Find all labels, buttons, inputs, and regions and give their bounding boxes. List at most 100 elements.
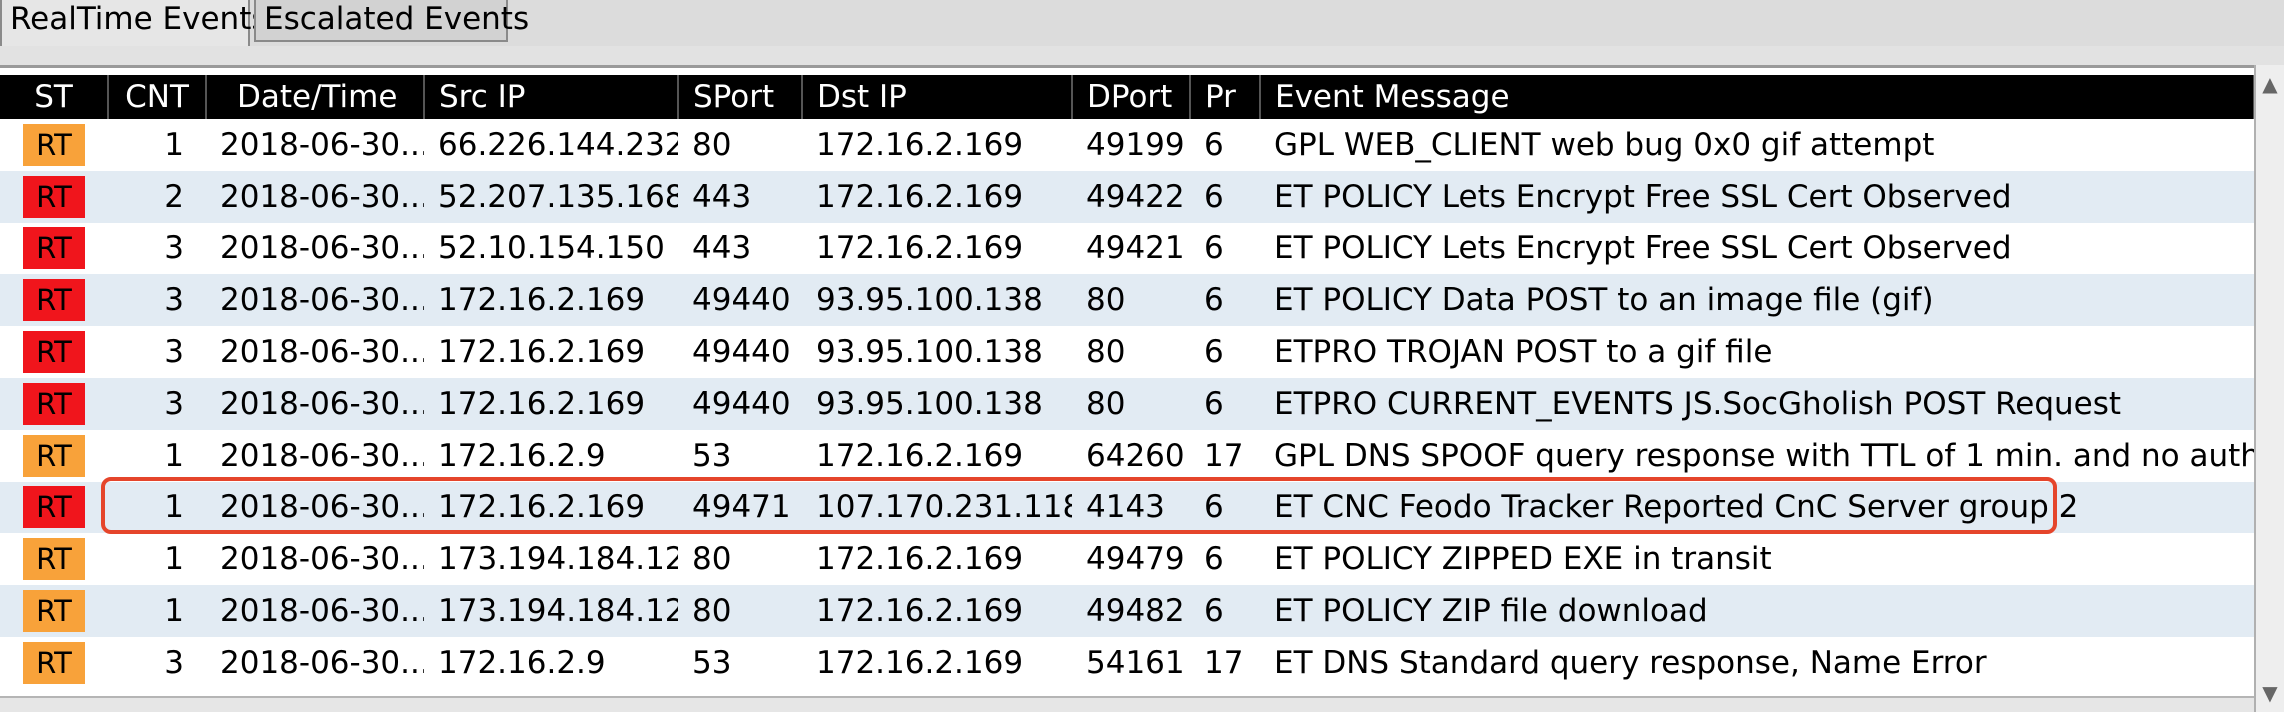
src-ip-cell: 172.16.2.169 bbox=[424, 326, 678, 378]
sport-cell: 443 bbox=[678, 170, 802, 223]
dport-cell: 49422 bbox=[1072, 170, 1190, 223]
sport-cell: 53 bbox=[678, 636, 802, 689]
dst-ip-cell: 172.16.2.169 bbox=[802, 636, 1072, 689]
st-cell: RT bbox=[0, 585, 108, 637]
event-message-cell: GPL WEB_CLIENT web bug 0x0 gif attempt bbox=[1260, 119, 2254, 171]
toolbar-spacer bbox=[0, 46, 2284, 65]
datetime-cell: 2018-06-30... bbox=[206, 377, 424, 430]
src-ip-cell: 52.10.154.150 bbox=[424, 222, 678, 275]
datetime-cell: 2018-06-30... bbox=[206, 533, 424, 586]
cnt-cell: 3 bbox=[108, 326, 206, 378]
tab-realtime-events[interactable]: RealTime Events bbox=[0, 0, 268, 46]
events-table: ST CNT Date/Time Src IP SPort Dst IP DPo… bbox=[0, 75, 2255, 689]
event-message-cell: ET POLICY Lets Encrypt Free SSL Cert Obs… bbox=[1260, 222, 2254, 275]
st-cell: RT bbox=[0, 533, 108, 586]
table-row[interactable]: RT 1 2018-06-30... 173.194.184.12 80 172.16.2… bbox=[0, 533, 2254, 586]
dport-cell: 54161 bbox=[1072, 636, 1190, 689]
dst-ip-cell: 172.16.2.169 bbox=[802, 585, 1072, 637]
event-message-cell: ET POLICY Data POST to an image file (gi… bbox=[1260, 274, 2254, 327]
cnt-cell: 3 bbox=[108, 222, 206, 275]
datetime-cell: 2018-06-30... bbox=[206, 274, 424, 327]
col-header-st[interactable]: ST bbox=[0, 75, 109, 119]
scroll-up-arrow-icon[interactable]: ▲ bbox=[2256, 71, 2284, 97]
event-message-cell: ET CNC Feodo Tracker Reported CnC Server… bbox=[1260, 481, 2254, 534]
horizontal-scrollbar[interactable] bbox=[0, 696, 2254, 712]
sport-cell: 49440 bbox=[678, 274, 802, 327]
st-cell: RT bbox=[0, 636, 108, 689]
sport-cell: 80 bbox=[678, 119, 802, 171]
sport-cell: 53 bbox=[678, 429, 802, 482]
col-header-dport[interactable]: DPort bbox=[1072, 75, 1191, 119]
col-header-pr[interactable]: Pr bbox=[1190, 75, 1261, 119]
status-badge: RT bbox=[23, 279, 85, 322]
dport-cell: 49199 bbox=[1072, 119, 1190, 171]
dst-ip-cell: 93.95.100.138 bbox=[802, 377, 1072, 430]
table-row[interactable]: RT 3 2018-06-30... 172.16.2.9 53 172.16.2.169… bbox=[0, 636, 2254, 689]
table-row[interactable]: RT 1 2018-06-30... 172.16.2.9 53 172.16.2.169… bbox=[0, 429, 2254, 482]
pr-cell: 6 bbox=[1190, 119, 1260, 171]
dst-ip-cell: 107.170.231.118 bbox=[802, 481, 1072, 534]
table-row[interactable]: RT 1 2018-06-30... 172.16.2.169 49471 107.170… bbox=[0, 481, 2254, 534]
cnt-cell: 1 bbox=[108, 119, 206, 171]
datetime-cell: 2018-06-30... bbox=[206, 222, 424, 275]
src-ip-cell: 172.16.2.169 bbox=[424, 377, 678, 430]
table-row[interactable]: RT 3 2018-06-30... 172.16.2.169 49440 93.95.1… bbox=[0, 274, 2254, 327]
event-message-cell: ET POLICY ZIPPED EXE in transit bbox=[1260, 533, 2254, 586]
cnt-cell: 1 bbox=[108, 481, 206, 534]
scroll-down-arrow-icon[interactable]: ▼ bbox=[2256, 680, 2284, 706]
dst-ip-cell: 172.16.2.169 bbox=[802, 170, 1072, 223]
pr-cell: 6 bbox=[1190, 377, 1260, 430]
status-badge: RT bbox=[23, 175, 85, 218]
datetime-cell: 2018-06-30... bbox=[206, 429, 424, 482]
dst-ip-cell: 172.16.2.169 bbox=[802, 533, 1072, 586]
st-cell: RT bbox=[0, 222, 108, 275]
table-row[interactable]: RT 3 2018-06-30... 52.10.154.150 443 172.16.2… bbox=[0, 222, 2254, 275]
event-message-cell: ET POLICY ZIP file download bbox=[1260, 585, 2254, 637]
sport-cell: 443 bbox=[678, 222, 802, 275]
dport-cell: 80 bbox=[1072, 274, 1190, 327]
table-row[interactable]: RT 1 2018-06-30... 173.194.184.12 80 172.16.2… bbox=[0, 585, 2254, 637]
event-message-cell: ETPRO TROJAN POST to a gif file bbox=[1260, 326, 2254, 378]
cnt-cell: 3 bbox=[108, 274, 206, 327]
pr-cell: 6 bbox=[1190, 533, 1260, 586]
events-table-panel: ST CNT Date/Time Src IP SPort Dst IP DPo… bbox=[0, 65, 2284, 712]
table-row[interactable]: RT 1 2018-06-30... 66.226.144.232 80 172.16.2… bbox=[0, 119, 2254, 171]
status-badge: RT bbox=[23, 227, 85, 270]
st-cell: RT bbox=[0, 481, 108, 534]
table-row[interactable]: RT 3 2018-06-30... 172.16.2.169 49440 93.95.1… bbox=[0, 377, 2254, 430]
datetime-cell: 2018-06-30... bbox=[206, 585, 424, 637]
sport-cell: 49471 bbox=[678, 481, 802, 534]
src-ip-cell: 172.16.2.9 bbox=[424, 429, 678, 482]
dst-ip-cell: 172.16.2.169 bbox=[802, 222, 1072, 275]
pr-cell: 17 bbox=[1190, 636, 1260, 689]
sport-cell: 80 bbox=[678, 585, 802, 637]
sport-cell: 49440 bbox=[678, 326, 802, 378]
col-header-dst-ip[interactable]: Dst IP bbox=[802, 75, 1073, 119]
dport-cell: 64260 bbox=[1072, 429, 1190, 482]
status-badge: RT bbox=[23, 590, 85, 633]
st-cell: RT bbox=[0, 326, 108, 378]
pr-cell: 6 bbox=[1190, 585, 1260, 637]
col-header-src-ip[interactable]: Src IP bbox=[424, 75, 679, 119]
tab-escalated-events[interactable]: Escalated Events bbox=[254, 0, 529, 42]
col-header-datetime[interactable]: Date/Time bbox=[206, 75, 425, 119]
vertical-scrollbar[interactable]: ▲ ▼ bbox=[2254, 65, 2284, 712]
src-ip-cell: 172.16.2.169 bbox=[424, 481, 678, 534]
col-header-cnt[interactable]: CNT bbox=[108, 75, 207, 119]
status-badge: RT bbox=[23, 434, 85, 477]
dst-ip-cell: 93.95.100.138 bbox=[802, 326, 1072, 378]
col-header-sport[interactable]: SPort bbox=[678, 75, 803, 119]
dst-ip-cell: 172.16.2.169 bbox=[802, 119, 1072, 171]
src-ip-cell: 173.194.184.12 bbox=[424, 585, 678, 637]
status-badge: RT bbox=[23, 538, 85, 581]
event-message-cell: ET POLICY Lets Encrypt Free SSL Cert Obs… bbox=[1260, 170, 2254, 223]
status-badge: RT bbox=[23, 486, 85, 529]
src-ip-cell: 172.16.2.169 bbox=[424, 274, 678, 327]
cnt-cell: 2 bbox=[108, 170, 206, 223]
status-badge: RT bbox=[23, 331, 85, 374]
col-header-event-message[interactable]: Event Message bbox=[1260, 75, 2255, 119]
datetime-cell: 2018-06-30... bbox=[206, 636, 424, 689]
dst-ip-cell: 172.16.2.169 bbox=[802, 429, 1072, 482]
table-row[interactable]: RT 2 2018-06-30... 52.207.135.168 443 172.16.… bbox=[0, 170, 2254, 223]
table-row[interactable]: RT 3 2018-06-30... 172.16.2.169 49440 93.95.1… bbox=[0, 326, 2254, 378]
